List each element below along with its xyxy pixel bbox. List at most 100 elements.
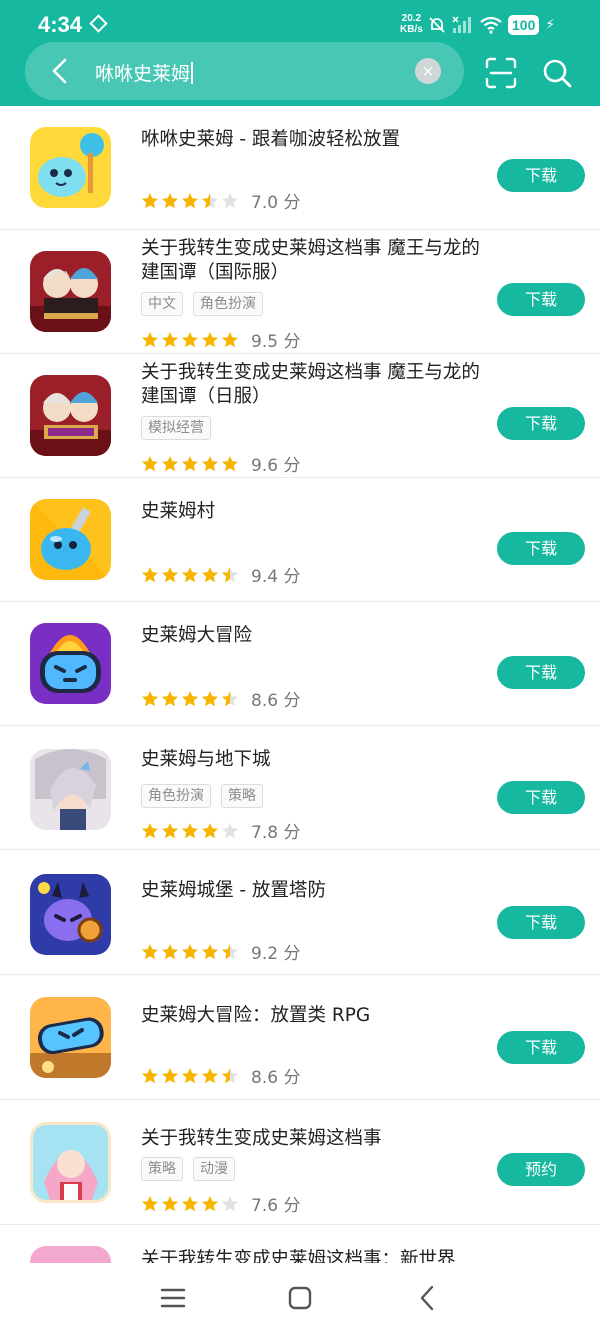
star-filled-icon [162,690,178,706]
star-filled-icon [142,943,158,959]
star-filled-icon [202,455,218,471]
rating: 9.6 分 [141,451,300,476]
back-nav-icon[interactable] [413,1283,443,1313]
download-button[interactable]: 下载 [497,283,585,316]
app-title[interactable]: 关于我转生变成史莱姆这档事 [141,1127,491,1151]
mute-bell-icon [429,17,445,33]
download-button[interactable]: 下载 [497,532,585,565]
star-filled-icon [162,822,178,838]
app-title[interactable]: 史莱姆城堡 - 放置塔防 [141,879,491,903]
download-button[interactable]: 下载 [497,407,585,440]
tag[interactable]: 策略 [141,1157,183,1181]
download-button[interactable]: 下载 [497,656,585,689]
app-title[interactable]: 史莱姆村 [141,500,491,524]
rating-stars [141,331,239,349]
star-filled-icon [142,822,158,838]
status-icons: 100 ⚡ [428,14,555,36]
list-item[interactable]: 史莱姆村 9.4 分 下载 [0,478,600,602]
slime-dungeon-game-icon[interactable] [30,749,111,830]
star-filled-icon [182,822,198,838]
star-filled-icon [182,1195,198,1211]
star-filled-icon [162,566,178,582]
search-bar[interactable]: 咻咻史莱姆 × [25,42,464,100]
star-filled-icon [162,455,178,471]
star-filled-icon [182,1067,198,1083]
star-filled-icon [202,566,218,582]
slime-village-game-icon[interactable] [30,499,111,580]
rating-score: 7.0 分 [251,193,301,213]
star-filled-icon [162,192,178,208]
tag[interactable]: 中文 [141,292,183,316]
tag[interactable]: 角色扮演 [141,784,211,808]
search-input[interactable]: 咻咻史莱姆 [95,59,194,86]
rating-score: 8.6 分 [251,1068,301,1088]
status-time: 4:34 [38,12,83,37]
star-filled-icon [142,331,158,347]
list-item[interactable]: 关于我转生变成史莱姆这档事 策略 动漫 7.6 分 预约 [0,1101,600,1225]
star-filled-icon [142,1067,158,1083]
scan-icon[interactable] [484,56,518,90]
app-title[interactable]: 史莱姆与地下城 [141,748,491,772]
star-filled-icon [202,1067,218,1083]
app-title[interactable]: 关于我转生变成史莱姆这档事 魔王与龙的建国谭（国际服） [141,237,491,285]
battery-indicator: 100 [508,15,540,35]
rating: 9.5 分 [141,327,300,352]
download-button[interactable]: 下载 [497,1031,585,1064]
slime-castle-game-icon[interactable] [30,874,111,955]
reserve-button[interactable]: 预约 [497,1153,585,1186]
star-empty-icon [222,1195,238,1211]
clear-search-button[interactable]: × [415,58,441,84]
blue-slime-game-icon[interactable] [30,127,111,208]
anime-girl-game-icon[interactable] [30,1122,111,1203]
star-filled-icon [142,192,158,208]
home-square-icon[interactable] [285,1283,315,1313]
rating-score: 8.6 分 [251,691,301,711]
list-item[interactable]: 关于我转生变成史莱姆这档事 魔王与龙的建国谭（国际服） 中文 角色扮演 9.5 … [0,230,600,354]
star-filled-icon [162,943,178,959]
rating-score: 7.8 分 [251,823,301,843]
list-item[interactable]: 关于我转生变成史莱姆这档事 魔王与龙的建国谭（日服） 模拟经营 9.6 分 下载 [0,354,600,478]
app-title[interactable]: 史莱姆大冒险：放置类 RPG [141,1004,491,1028]
download-button[interactable]: 下载 [497,781,585,814]
menu-icon[interactable] [158,1283,188,1313]
slime-adventure-rpg-game-icon[interactable] [30,997,111,1078]
tag-list: 模拟经营 [141,416,211,440]
anime-event-game-icon[interactable] [30,251,111,332]
app-title[interactable]: 咻咻史莱姆 - 跟着咖波轻松放置 [141,128,491,152]
star-filled-icon [202,822,218,838]
download-button[interactable]: 下载 [497,906,585,939]
rating-stars [141,1067,239,1085]
star-filled-icon [202,943,218,959]
app-title[interactable]: 关于我转生变成史莱姆这档事：新世界 [141,1248,491,1263]
tag[interactable]: 角色扮演 [193,292,263,316]
app-title[interactable]: 关于我转生变成史莱姆这档事 魔王与龙的建国谭（日服） [141,361,491,409]
list-item[interactable]: 关于我转生变成史莱姆这档事：新世界 [0,1226,600,1263]
star-filled-icon [182,943,198,959]
rating: 9.2 分 [141,939,300,964]
search-icon[interactable] [540,56,574,90]
star-filled-icon [202,331,218,347]
star-filled-icon [162,1195,178,1211]
slime-adventure-game-icon[interactable] [30,623,111,704]
new-world-game-icon[interactable] [30,1246,111,1263]
back-arrow-icon[interactable] [45,55,77,87]
list-item[interactable]: 咻咻史莱姆 - 跟着咖波轻松放置 7.0 分 下载 [0,106,600,230]
rating: 7.6 分 [141,1191,300,1216]
rating-stars [141,566,239,584]
notification-diamond-icon [89,14,108,33]
anime-event-jp-game-icon[interactable] [30,375,111,456]
list-item[interactable]: 史莱姆大冒险：放置类 RPG 8.6 分 下载 [0,976,600,1100]
rating-score: 9.5 分 [251,332,301,352]
search-results-list[interactable]: 咻咻史莱姆 - 跟着咖波轻松放置 7.0 分 下载 关于我转生变成史莱姆这档事 … [0,106,600,1263]
list-item[interactable]: 史莱姆城堡 - 放置塔防 9.2 分 下载 [0,851,600,975]
list-item[interactable]: 史莱姆与地下城 角色扮演 策略 7.8 分 下载 [0,726,600,850]
tag-list: 策略 动漫 [141,1157,235,1181]
rating-stars [141,822,239,840]
status-bar: 4:34 20.2 KB/s 100 ⚡ [0,0,600,40]
tag[interactable]: 动漫 [193,1157,235,1181]
app-title[interactable]: 史莱姆大冒险 [141,624,491,648]
download-button[interactable]: 下载 [497,159,585,192]
tag[interactable]: 模拟经营 [141,416,211,440]
tag[interactable]: 策略 [221,784,263,808]
list-item[interactable]: 史莱姆大冒险 8.6 分 下载 [0,602,600,726]
